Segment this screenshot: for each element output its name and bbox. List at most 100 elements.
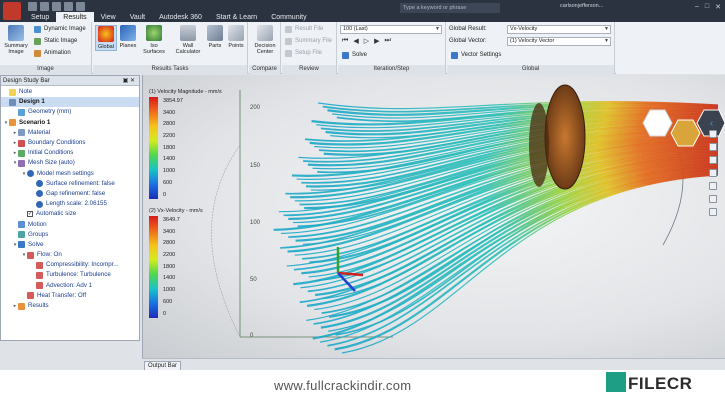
tree-node[interactable]: ▾ Scenario 1 bbox=[1, 118, 139, 128]
tree-node[interactable]: ▾ Mesh Size (auto) bbox=[1, 158, 139, 168]
tab-autodesk-360[interactable]: Autodesk 360 bbox=[152, 12, 209, 22]
tree-node[interactable]: Note bbox=[1, 87, 139, 97]
points-button[interactable]: Points bbox=[225, 25, 247, 49]
tree-node[interactable]: ▸ Boundary Conditions bbox=[1, 138, 139, 148]
tree-node[interactable]: ▸ Initial Conditions bbox=[1, 148, 139, 158]
user-signin[interactable]: carlsonjefferson... bbox=[560, 3, 603, 9]
heat-icon bbox=[27, 292, 34, 300]
dynamic-image-button[interactable]: Dynamic Image bbox=[34, 25, 86, 33]
tab-community[interactable]: Community bbox=[264, 12, 313, 22]
tree-node[interactable]: ▾ Flow: On bbox=[1, 250, 139, 260]
summary-image-button[interactable]: Summary Image bbox=[2, 25, 30, 55]
tree-node-label: Results bbox=[28, 302, 49, 310]
tree-node[interactable]: Surface refinement: false bbox=[1, 179, 139, 189]
iteration-step-group: 100 (Last) ▼ ⏮ ◀ ▷ ▶ ⏭ Solve Iteration/St… bbox=[338, 22, 446, 74]
tree-node[interactable]: ✓ Automatic size bbox=[1, 209, 139, 219]
tab-view[interactable]: View bbox=[94, 12, 123, 22]
tree-node[interactable]: Advection: Adv 1 bbox=[1, 281, 139, 291]
global-button[interactable]: Global bbox=[95, 25, 117, 51]
pan-icon[interactable] bbox=[709, 143, 717, 151]
tab-results[interactable]: Results bbox=[56, 12, 94, 22]
fit-view-icon[interactable] bbox=[709, 195, 717, 203]
previous-step-icon[interactable]: ◀ bbox=[353, 37, 358, 45]
ribbon-tabs: Setup Results View Vault Autodesk 360 Start &… bbox=[24, 12, 314, 22]
tree-node-label: Material bbox=[28, 128, 51, 136]
3d-viewport[interactable]: 200 150 100 50 0 (1) Velocity Magnitude - mm… bbox=[142, 75, 725, 358]
summary-file-button[interactable]: Summary File bbox=[285, 37, 332, 45]
info-icon bbox=[36, 200, 43, 208]
tree-node[interactable]: ▾ Model mesh settings bbox=[1, 169, 139, 179]
planes-button[interactable]: Planes bbox=[117, 25, 139, 49]
results-tasks-group: Global Planes Iso Surfaces Wall Calculat… bbox=[93, 22, 248, 74]
image-group-label: Image bbox=[0, 65, 91, 74]
tab-start-learn[interactable]: Start & Learn bbox=[209, 12, 264, 22]
tree-node[interactable]: ▾ Solve bbox=[1, 240, 139, 250]
settings-icon[interactable] bbox=[709, 208, 717, 216]
search-input[interactable]: Type a keyword or phrase bbox=[400, 3, 500, 13]
app-menu-button[interactable] bbox=[3, 2, 21, 20]
minimize-icon[interactable]: – bbox=[695, 3, 699, 11]
legend-tick-label: 3400 bbox=[163, 228, 176, 235]
solve-button[interactable]: Solve bbox=[342, 51, 367, 59]
ribbon: Summary Image Dynamic Image Static Image… bbox=[0, 22, 725, 74]
points-icon bbox=[228, 25, 244, 41]
checkbox-icon[interactable]: ✓ bbox=[27, 211, 33, 218]
tree-node[interactable]: ▸ Material bbox=[1, 128, 139, 138]
legend-title: (1) Velocity Magnitude - mm/s bbox=[149, 89, 222, 95]
zoom-icon[interactable] bbox=[709, 156, 717, 164]
orbit-icon[interactable] bbox=[709, 169, 717, 177]
global-result-label: Global Result: bbox=[449, 26, 487, 32]
ruler-tick-label: 100 bbox=[250, 220, 261, 226]
setup-file-button[interactable]: Setup File bbox=[285, 49, 322, 57]
maximize-icon[interactable]: □ bbox=[705, 3, 709, 11]
tree-node[interactable]: Design 1 bbox=[1, 97, 139, 108]
ruler-tick-label: 50 bbox=[250, 277, 257, 283]
last-step-icon[interactable]: ⏭ bbox=[384, 37, 390, 45]
tree-node[interactable]: Heat Transfer: Off bbox=[1, 291, 139, 301]
boundary-icon bbox=[18, 139, 25, 147]
vector-settings-button[interactable]: Vector Settings bbox=[451, 51, 501, 59]
summary-file-icon bbox=[285, 37, 292, 45]
look-at-icon[interactable] bbox=[709, 182, 717, 190]
iso-surfaces-button[interactable]: Iso Surfaces bbox=[139, 25, 169, 55]
legend-tick-label: 3400 bbox=[163, 109, 176, 116]
tree-node[interactable]: Length scale: 2.06155 bbox=[1, 199, 139, 209]
save-icon[interactable] bbox=[52, 2, 61, 11]
tree-node-label: Advection: Adv 1 bbox=[46, 281, 93, 289]
tab-setup[interactable]: Setup bbox=[24, 12, 56, 22]
design-study-bar-title: Design Study Bar ▣ ✕ bbox=[1, 76, 139, 86]
tree-node[interactable]: Geometry (mm) bbox=[1, 107, 139, 117]
tree-node[interactable]: Turbulence: Turbulence bbox=[1, 270, 139, 280]
initial-icon bbox=[18, 149, 25, 157]
tree-node-label: Design 1 bbox=[19, 98, 45, 106]
legend-tick-label: 1800 bbox=[163, 263, 176, 270]
output-bar: Output Bar bbox=[142, 358, 725, 371]
tree-node[interactable]: Compressibility: Incompr... bbox=[1, 260, 139, 270]
next-step-icon[interactable]: ▶ bbox=[374, 37, 379, 45]
result-file-button[interactable]: Result File bbox=[285, 25, 323, 33]
animation-button[interactable]: Animation bbox=[34, 49, 71, 57]
tab-vault[interactable]: Vault bbox=[123, 12, 152, 22]
undo-icon[interactable] bbox=[64, 2, 73, 11]
redo-icon[interactable] bbox=[76, 2, 85, 11]
chevron-down-icon: ▼ bbox=[604, 38, 609, 44]
first-step-icon[interactable]: ⏮ bbox=[342, 37, 348, 45]
tree-node[interactable]: ▸ Results bbox=[1, 301, 139, 311]
open-icon[interactable] bbox=[40, 2, 49, 11]
tree-node[interactable]: Groups bbox=[1, 230, 139, 240]
wall-calculator-button[interactable]: Wall Calculator bbox=[173, 25, 203, 55]
global-result-select[interactable]: Vx-Velocity ▼ bbox=[507, 25, 611, 34]
close-icon[interactable]: ✕ bbox=[715, 3, 721, 11]
tree-node[interactable]: Motion bbox=[1, 219, 139, 229]
play-icon[interactable]: ▷ bbox=[364, 37, 369, 45]
home-view-icon[interactable] bbox=[709, 130, 717, 138]
iteration-step-select[interactable]: 100 (Last) ▼ bbox=[340, 25, 442, 34]
tree-node[interactable]: Gap refinement: false bbox=[1, 189, 139, 199]
new-icon[interactable] bbox=[28, 2, 37, 11]
static-image-button[interactable]: Static Image bbox=[34, 37, 77, 45]
pin-icon[interactable]: ▣ ✕ bbox=[123, 76, 135, 86]
global-vector-select[interactable]: (1) Velocity Vector ▼ bbox=[507, 37, 611, 46]
image-group: Summary Image Dynamic Image Static Image… bbox=[0, 22, 92, 74]
parts-button[interactable]: Parts bbox=[205, 25, 225, 49]
decision-center-button[interactable]: Decision Center bbox=[251, 25, 279, 55]
